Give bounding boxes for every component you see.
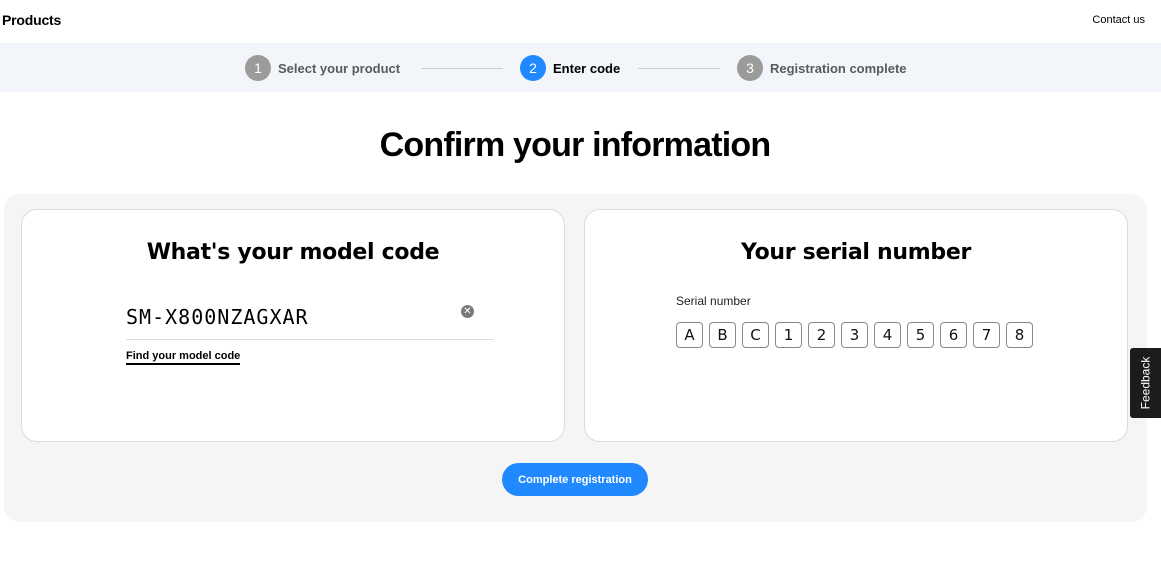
serial-char-box: 7 [973, 322, 1000, 348]
step-number-badge: 3 [737, 55, 763, 81]
serial-card-title: Your serial number [740, 240, 971, 265]
serial-char-box: 1 [775, 322, 802, 348]
step-connector [421, 68, 503, 69]
serial-char-box: 8 [1006, 322, 1033, 348]
serial-char-box: 4 [874, 322, 901, 348]
find-model-code-link[interactable]: Find your model code [126, 350, 241, 365]
step-number-badge: 1 [245, 55, 271, 81]
complete-registration-button[interactable]: Complete registration [502, 463, 648, 496]
model-code-field: ✕ [126, 298, 494, 340]
serial-number-boxes: A B C 1 2 3 4 5 6 7 8 [676, 322, 1033, 348]
serial-char-box: 2 [808, 322, 835, 348]
serial-char-box: 6 [940, 322, 967, 348]
clear-icon[interactable]: ✕ [461, 305, 474, 318]
serial-char-box: A [676, 322, 703, 348]
feedback-tab[interactable]: Feedback [1130, 348, 1161, 418]
step-connector [638, 68, 720, 69]
step-select-product[interactable]: 1 Select your product [245, 55, 400, 81]
serial-number-card: Your serial number Serial number A B C 1… [584, 209, 1128, 442]
step-label: Select your product [278, 60, 401, 76]
serial-char-box: C [742, 322, 769, 348]
step-enter-code: 2 Enter code [520, 55, 620, 81]
serial-number-label: Serial number [676, 294, 751, 308]
model-code-input[interactable] [126, 300, 456, 334]
model-code-card: What's your model code ✕ Find your model… [21, 209, 565, 442]
step-registration-complete: 3 Registration complete [737, 55, 907, 81]
serial-char-box: 3 [841, 322, 868, 348]
step-number-badge: 2 [520, 55, 546, 81]
feedback-label: Feedback [1138, 356, 1153, 410]
brand-title[interactable]: Products [2, 12, 61, 28]
serial-char-box: B [709, 322, 736, 348]
serial-char-box: 5 [907, 322, 934, 348]
registration-stepper: 1 Select your product 2 Enter code 3 Reg… [0, 43, 1161, 92]
contact-us-link[interactable]: Contact us [1092, 14, 1145, 26]
page-title: Confirm your information [379, 126, 771, 164]
top-navbar: Products Contact us [0, 0, 1161, 43]
step-label: Registration complete [770, 60, 907, 76]
step-label: Enter code [553, 60, 621, 76]
model-card-title: What's your model code [146, 240, 440, 265]
